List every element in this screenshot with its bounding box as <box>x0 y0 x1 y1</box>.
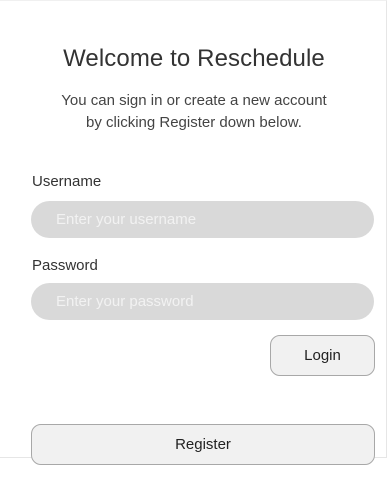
username-input[interactable] <box>31 201 374 238</box>
login-panel: Welcome to Reschedule You can sign in or… <box>0 0 388 465</box>
username-label: Username <box>32 173 102 190</box>
password-input[interactable] <box>31 283 374 320</box>
password-label: Password <box>32 257 98 274</box>
instructions-text: You can sign in or create a new account … <box>0 90 388 134</box>
login-button[interactable]: Login <box>270 335 375 376</box>
instructions-line-2: by clicking Register down below. <box>86 114 302 131</box>
register-button[interactable]: Register <box>31 424 375 465</box>
instructions-line-1: You can sign in or create a new account <box>61 92 327 109</box>
page-title: Welcome to Reschedule <box>63 45 325 72</box>
